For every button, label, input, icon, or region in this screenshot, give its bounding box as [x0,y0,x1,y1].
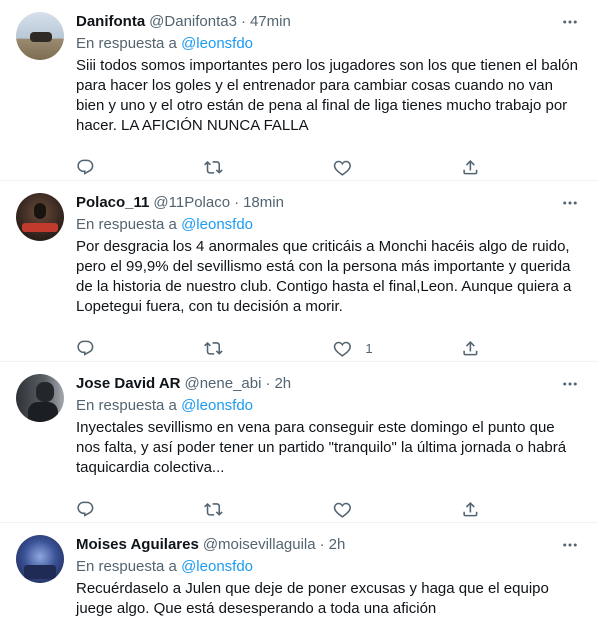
tweet[interactable]: Danifonta @Danifonta3 · 47min En respues… [0,0,598,181]
retweet-button[interactable] [204,339,244,358]
tweet-content: Polaco_11 @11Polaco · 18min En respuesta… [76,193,582,361]
display-name[interactable]: Moises Aguilares [76,535,199,555]
user-handle[interactable]: @nene_abi [184,374,261,394]
reply-button[interactable] [76,339,116,358]
separator-dot: · [240,13,246,30]
reply-prefix: En respuesta a [76,558,182,575]
reply-mention-link[interactable]: @leonsfdo [181,397,253,414]
tweet-header: Polaco_11 @11Polaco · 18min [76,193,582,213]
tweet[interactable]: Jose David AR @nene_abi · 2h En respuest… [0,362,598,523]
reply-button[interactable] [76,158,116,177]
tweet-text: Inyectales sevillismo en vena para conse… [76,419,567,476]
share-button[interactable] [461,339,501,358]
retweet-icon [204,160,224,174]
retweet-icon [204,341,224,355]
reply-mention-link[interactable]: @leonsfdo [181,558,253,575]
reply-icon [77,340,94,356]
user-handle[interactable]: @Danifonta3 [149,12,237,32]
reply-mention-link[interactable]: @leonsfdo [181,216,253,233]
timestamp[interactable]: 2h [329,535,346,555]
share-icon [463,159,478,175]
tweet-header: Jose David AR @nene_abi · 2h [76,374,582,394]
reply-button[interactable] [76,500,116,519]
tweet-content: Jose David AR @nene_abi · 2h En respuest… [76,374,582,522]
tweet-content: Moises Aguilares @moisevillaguila · 2h E… [76,535,582,625]
display-name[interactable]: Jose David AR [76,374,180,394]
share-button[interactable] [461,500,501,519]
reply-icon [77,159,94,175]
display-name[interactable]: Polaco_11 [76,193,149,213]
like-button[interactable] [333,158,373,177]
user-handle[interactable]: @moisevillaguila [203,535,316,555]
retweet-button[interactable] [204,158,244,177]
retweet-icon [204,502,224,516]
share-icon [463,340,478,356]
like-icon [333,502,351,518]
share-button[interactable] [461,158,501,177]
tweet[interactable]: Moises Aguilares @moisevillaguila · 2h E… [0,523,598,625]
reply-context: En respuesta a @leonsfdo [76,557,582,577]
timestamp[interactable]: 2h [274,374,291,394]
reply-context: En respuesta a @leonsfdo [76,34,582,54]
more-options-button[interactable] [558,12,582,32]
display-name[interactable]: Danifonta [76,12,145,32]
tweet-text: Siii todos somos importantes pero los ju… [76,57,578,134]
like-button[interactable] [333,500,373,519]
more-horizontal-icon [563,201,577,205]
tweet[interactable]: Polaco_11 @11Polaco · 18min En respuesta… [0,181,598,362]
more-options-button[interactable] [558,374,582,394]
reply-icon [77,501,94,517]
avatar[interactable] [16,193,64,241]
tweet-header: Danifonta @Danifonta3 · 47min [76,12,582,32]
timestamp[interactable]: 47min [250,12,291,32]
like-button[interactable]: 1 [333,339,373,358]
separator-dot: · [265,375,271,392]
more-options-button[interactable] [558,535,582,555]
avatar[interactable] [16,535,64,583]
more-options-button[interactable] [558,193,582,213]
tweet-header: Moises Aguilares @moisevillaguila · 2h [76,535,582,555]
like-icon [333,160,351,176]
tweet-feed: Danifonta @Danifonta3 · 47min En respues… [0,0,598,625]
reply-prefix: En respuesta a [76,35,182,52]
user-handle[interactable]: @11Polaco [153,193,230,213]
like-count: 1 [365,340,373,356]
tweet-text: Por desgracia los 4 anormales que critic… [76,238,572,315]
separator-dot: · [234,194,240,211]
reply-prefix: En respuesta a [76,216,182,233]
timestamp[interactable]: 18min [243,193,284,213]
separator-dot: · [319,536,325,553]
more-horizontal-icon [563,20,577,24]
more-horizontal-icon [563,543,577,547]
avatar[interactable] [16,12,64,60]
reply-context: En respuesta a @leonsfdo [76,396,582,416]
reply-prefix: En respuesta a [76,397,182,414]
reply-mention-link[interactable]: @leonsfdo [181,35,253,52]
share-icon [463,501,478,517]
retweet-button[interactable] [204,500,244,519]
more-horizontal-icon [563,382,577,386]
like-icon [333,341,351,357]
tweet-content: Danifonta @Danifonta3 · 47min En respues… [76,12,582,180]
tweet-text: Recuérdaselo a Julen que deje de poner e… [76,580,549,617]
avatar[interactable] [16,374,64,422]
reply-context: En respuesta a @leonsfdo [76,215,582,235]
